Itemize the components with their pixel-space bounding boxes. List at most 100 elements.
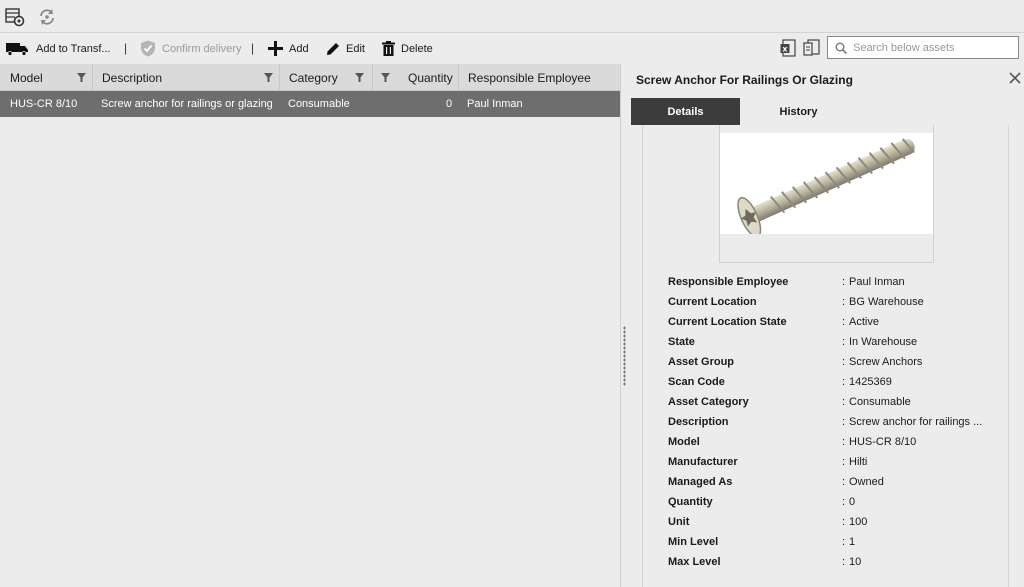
property-row: Manufacturer: Hilti: [668, 456, 1008, 470]
property-row: Min Level:1: [668, 536, 1008, 550]
add-to-transfer-button[interactable]: Add to Transf...: [6, 40, 111, 57]
property-colon: :: [842, 276, 846, 288]
cell-category: Consumable: [288, 98, 350, 110]
panel-splitter[interactable]: [620, 64, 628, 587]
filter-icon[interactable]: [264, 73, 273, 82]
table-row[interactable]: HUS-CR 8/10 Screw anchor for railings or…: [0, 91, 620, 117]
property-value: In Warehouse: [849, 336, 918, 348]
asset-image-frame: [719, 125, 934, 263]
toolbar-separator: |: [251, 41, 255, 55]
property-key: State: [668, 336, 695, 348]
edit-button[interactable]: Edit: [326, 40, 365, 57]
search-box[interactable]: [827, 36, 1019, 59]
property-row: State: In Warehouse: [668, 336, 1008, 350]
property-key: Unit: [668, 516, 690, 528]
column-label: Responsible Employee: [468, 71, 591, 85]
add-button[interactable]: Add: [268, 40, 309, 57]
asset-settings-icon[interactable]: [5, 7, 25, 27]
property-value: Active: [849, 316, 879, 328]
confirm-delivery-button[interactable]: Confirm delivery: [140, 40, 241, 57]
svg-text:x: x: [782, 45, 788, 54]
property-row: Description: Screw anchor for railings ..…: [668, 416, 1008, 430]
filter-icon[interactable]: [77, 73, 86, 82]
property-colon: :: [842, 316, 846, 328]
column-label: Quantity: [408, 71, 453, 85]
property-key: Quantity: [668, 496, 713, 508]
property-value: 10: [849, 556, 862, 568]
property-value: 1425369: [849, 376, 892, 388]
cell-responsible-employee: Paul Inman: [467, 98, 523, 110]
assets-grid: Model Description Category Quantity Resp…: [0, 64, 620, 587]
column-header-model[interactable]: Model: [0, 64, 93, 91]
property-colon: :: [842, 516, 846, 528]
property-colon: :: [842, 416, 846, 428]
column-label: Model: [10, 71, 43, 85]
property-row: Scan Code:1425369: [668, 376, 1008, 390]
property-value: HUS-CR 8/10: [849, 436, 917, 448]
asset-image: [720, 133, 933, 238]
close-icon[interactable]: [1009, 72, 1021, 84]
property-colon: :: [842, 556, 846, 568]
delete-button[interactable]: Delete: [382, 40, 433, 57]
property-key: Model: [668, 436, 700, 448]
confirm-delivery-label: Confirm delivery: [162, 42, 242, 55]
shield-check-icon: [141, 40, 155, 57]
column-header-category[interactable]: Category: [280, 64, 373, 91]
property-key: Max Level: [668, 556, 721, 568]
column-header-responsible-employee[interactable]: Responsible Employee: [459, 64, 620, 91]
property-row: Max Level:10: [668, 556, 1008, 570]
property-row: Current Location: BG Warehouse: [668, 296, 1008, 310]
column-header-description[interactable]: Description: [93, 64, 280, 91]
property-colon: :: [842, 336, 846, 348]
screw-anchor-image: [737, 138, 915, 238]
tab-history[interactable]: History: [744, 98, 853, 125]
property-value: Screw Anchors: [849, 356, 923, 368]
cell-quantity: 0: [446, 98, 453, 110]
property-value: Screw anchor for railings ...: [849, 416, 983, 428]
panel-tabs: Details History: [631, 98, 1021, 125]
trash-icon: [382, 41, 395, 56]
property-key: Managed As: [668, 476, 733, 488]
toolbar-separator: |: [124, 41, 128, 55]
add-label: Add: [289, 42, 309, 55]
property-row: Current Location State: Active: [668, 316, 1008, 330]
plus-icon: [268, 41, 283, 56]
filter-icon[interactable]: [381, 73, 390, 82]
property-key: Asset Group: [668, 356, 735, 368]
property-row: Quantity:0: [668, 496, 1008, 510]
grid-header: Model Description Category Quantity Resp…: [0, 64, 620, 91]
property-key: Scan Code: [668, 376, 725, 388]
property-colon: :: [842, 476, 846, 488]
property-key: Current Location: [668, 296, 757, 308]
column-header-quantity[interactable]: Quantity: [373, 64, 459, 91]
layout-icon[interactable]: [803, 39, 821, 57]
search-icon: [835, 42, 847, 54]
property-value: Paul Inman: [849, 276, 905, 288]
search-input[interactable]: [853, 41, 1013, 54]
top-bar: [0, 0, 1024, 33]
property-colon: :: [842, 536, 846, 548]
property-row: Managed As: Owned: [668, 476, 1008, 490]
filter-icon[interactable]: [355, 73, 364, 82]
property-key: Description: [668, 416, 729, 428]
details-content: Responsible Employee: Paul Inman Current …: [642, 125, 1009, 587]
property-value: Hilti: [849, 456, 868, 468]
column-label: Category: [289, 71, 338, 85]
property-value: 100: [849, 516, 868, 528]
refresh-icon[interactable]: [37, 7, 57, 27]
cell-description: Screw anchor for railings or glazing: [101, 98, 273, 110]
property-colon: :: [842, 456, 846, 468]
delete-label: Delete: [401, 42, 433, 55]
splitter-grip[interactable]: [623, 326, 626, 386]
property-key: Current Location State: [668, 316, 787, 328]
property-key: Min Level: [668, 536, 719, 548]
property-row: Asset Group: Screw Anchors: [668, 356, 1008, 370]
excel-export-icon[interactable]: x: [780, 39, 798, 57]
truck-transfer-icon: [6, 42, 28, 56]
tab-details[interactable]: Details: [631, 98, 740, 125]
add-to-transfer-label: Add to Transf...: [36, 42, 111, 55]
column-label: Description: [102, 71, 163, 85]
panel-title: Screw Anchor For Railings Or Glazing: [636, 73, 853, 87]
property-row: Responsible Employee: Paul Inman: [668, 276, 1008, 290]
property-row: Unit:100: [668, 516, 1008, 530]
